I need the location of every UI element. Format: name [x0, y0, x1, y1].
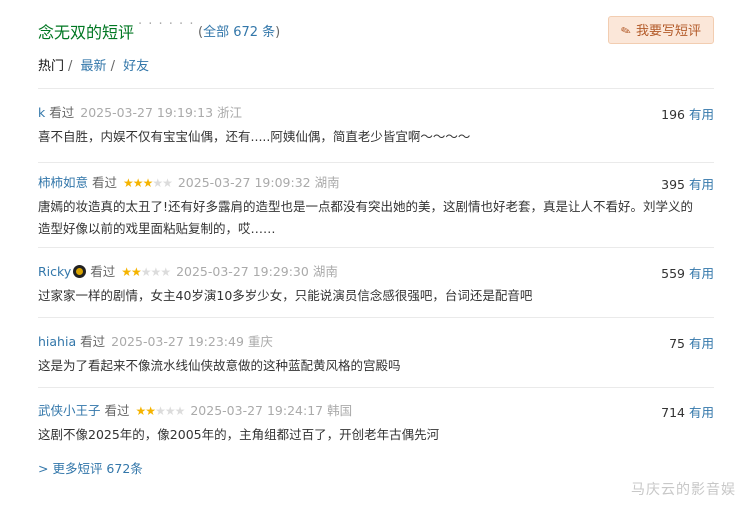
review-item: 武侠小王子 看过 ★★★★★ 2025-03-27 19:24:17 韩国 714 有用 这剧… [38, 402, 714, 446]
vote-area: 395 有用 [661, 174, 714, 193]
useful-button[interactable]: 有用 [689, 177, 714, 192]
star-icon: ★ [152, 176, 163, 190]
watched-status: 看过 [90, 264, 116, 279]
star-icon: ★ [174, 404, 186, 418]
star-icon: ★ [150, 265, 162, 279]
row-divider [38, 387, 714, 388]
review-content: 过家家一样的剧情，女主40岁演10多岁少女，只能说演员信念感很强吧，台词还是配音… [38, 288, 533, 303]
star-icon: ★ [131, 265, 142, 279]
more-comments-link[interactable]: > 更多短评 672条 [38, 458, 143, 477]
title-dots: · · · · · · [138, 17, 195, 32]
review-meta: 武侠小王子 看过 ★★★★★ 2025-03-27 19:24:17 韩国 [38, 402, 714, 420]
review-location: 湖南 [312, 264, 338, 279]
vote-count: 75 [669, 336, 685, 351]
useful-button[interactable]: 有用 [689, 336, 714, 351]
write-comment-button[interactable]: ✎ 我要写短评 [607, 16, 714, 44]
review-time: 2025-03-27 19:19:13 [80, 105, 214, 120]
watched-status: 看过 [92, 175, 118, 190]
review-time: 2025-03-27 19:09:32 [177, 175, 311, 190]
review-username[interactable]: hiahia [38, 334, 76, 349]
review-meta: k 看过 2025-03-27 19:19:13 浙江 [38, 104, 714, 122]
total-count: (全部 672 条) [198, 25, 281, 40]
vote-count: 196 [661, 107, 685, 122]
vote-count: 559 [661, 266, 685, 281]
user-badge-icon [73, 265, 87, 278]
row-divider [38, 317, 714, 318]
review-content: 喜不自胜，内娱不仅有宝宝仙偶，还有.....阿姨仙偶，简直老少皆宜啊～～～～ [38, 129, 471, 144]
comments-section: 念无双的短评 · · · · · · (全部 672 条) ✎ 我要写短评 热门 /… [38, 0, 714, 476]
useful-button[interactable]: 有用 [689, 266, 714, 281]
rating-stars: ★★★★★ [121, 263, 171, 281]
vote-count: 714 [661, 405, 685, 420]
review-time: 2025-03-27 19:23:49 [111, 334, 244, 349]
vote-area: 559 有用 [661, 263, 714, 282]
star-icon: ★ [162, 176, 173, 190]
vote-area: 75 有用 [669, 333, 714, 352]
star-icon: ★ [145, 404, 156, 418]
watermark: 马庆云的影音娱 [631, 482, 736, 498]
star-icon: ★ [160, 265, 171, 279]
tab-hot[interactable]: 热门 [38, 59, 64, 74]
review-content: 唐嫣的妆造真的太丑了!还有好多露肩的造型也是一点都没有突出她的美，这剧情也好老套… [38, 199, 694, 236]
review-item: k 看过 2025-03-27 19:19:13 浙江 196 有用喜不自胜，内娱不仅有宝… [38, 104, 714, 148]
vote-area: 196 有用 [661, 104, 714, 123]
review-location: 湖南 [314, 175, 340, 190]
review-item: Ricky 看过 ★★★★★ 2025-03-27 19:29:30 湖南 559 有用 过家… [38, 263, 714, 307]
tab-friends[interactable]: 好友 [123, 59, 149, 74]
review-content: 这是为了看起来不像流水线仙侠故意做的这种蓝配黄风格的宫殿吗 [38, 358, 401, 373]
review-location: 重庆 [247, 334, 273, 349]
review-username[interactable]: k [38, 105, 45, 120]
vote-area: 714 有用 [661, 402, 714, 421]
star-icon: ★ [164, 404, 176, 418]
vote-count: 395 [661, 177, 685, 192]
review-content: 这剧不像2025年的，像2005年的，主角组都过百了，开创老年古偶先河 [38, 427, 440, 442]
star-icon: ★ [140, 265, 152, 279]
watched-status: 看过 [49, 105, 75, 120]
review-location: 浙江 [217, 105, 243, 120]
star-icon: ★ [142, 176, 154, 190]
review-username[interactable]: Ricky [38, 264, 71, 279]
review-meta: 柿柿如意 看过 ★★★★★ 2025-03-27 19:09:32 湖南 [38, 174, 714, 192]
all-comments-link[interactable]: 全部 672 条 [203, 25, 275, 40]
star-icon: ★ [132, 176, 144, 190]
rating-stars: ★★★★★ [123, 174, 173, 192]
watched-status: 看过 [80, 334, 106, 349]
review-username[interactable]: 柿柿如意 [38, 175, 88, 190]
watched-status: 看过 [104, 403, 130, 418]
sort-tabs: 热门 / 最新 / 好友 [38, 59, 150, 74]
pencil-icon: ✎ [618, 22, 634, 40]
row-divider [38, 162, 714, 163]
star-icon: ★ [135, 404, 147, 418]
star-icon: ★ [121, 265, 132, 279]
review-time: 2025-03-27 19:29:30 [176, 264, 309, 279]
star-icon: ★ [155, 404, 166, 418]
review-username[interactable]: 武侠小王子 [38, 403, 101, 418]
row-divider [38, 247, 714, 248]
review-location: 韩国 [327, 403, 353, 418]
review-item: 柿柿如意 看过 ★★★★★ 2025-03-27 19:09:32 湖南 395 有用 唐嫣的… [38, 174, 714, 240]
useful-button[interactable]: 有用 [689, 405, 714, 420]
rating-stars: ★★★★★ [135, 402, 186, 420]
section-header: 念无双的短评 · · · · · · (全部 672 条) ✎ 我要写短评 [38, 0, 714, 48]
star-icon: ★ [123, 176, 134, 190]
review-meta: Ricky 看过 ★★★★★ 2025-03-27 19:29:30 湖南 [38, 263, 714, 281]
row-divider [38, 88, 714, 89]
review-item: hiahia 看过 2025-03-27 19:23:49 重庆 75 有用这是为了看起来… [38, 333, 714, 377]
section-title: 念无双的短评 [38, 23, 135, 42]
tab-latest[interactable]: 最新 [81, 59, 107, 74]
review-meta: hiahia 看过 2025-03-27 19:23:49 重庆 [38, 333, 714, 351]
review-time: 2025-03-27 19:24:17 [190, 403, 324, 418]
useful-button[interactable]: 有用 [689, 107, 714, 122]
